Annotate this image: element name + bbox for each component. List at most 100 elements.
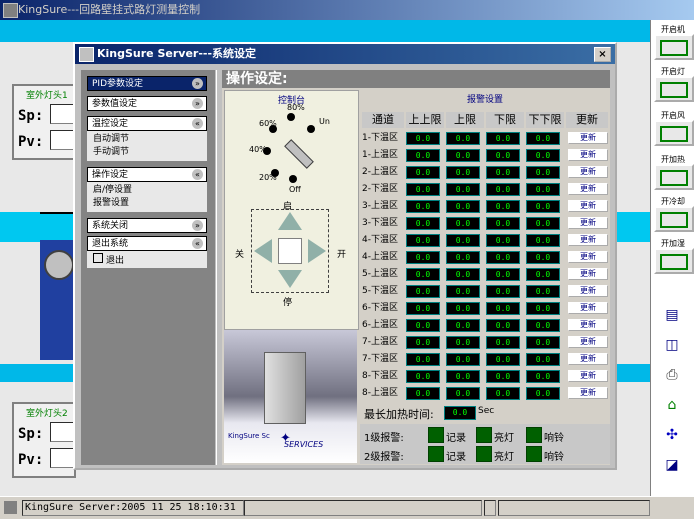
limit-value-field[interactable]: 0.0 xyxy=(486,336,520,349)
bell-indicator[interactable] xyxy=(526,446,542,462)
chevron-down-icon[interactable]: » xyxy=(192,98,203,109)
nav-operation-settings[interactable]: 操作设定 « xyxy=(87,167,207,182)
limit-value-field[interactable]: 0.0 xyxy=(406,336,440,349)
limit-value-field[interactable]: 0.0 xyxy=(526,336,560,349)
limit-value-field[interactable]: 0.0 xyxy=(406,302,440,315)
chevron-up-icon[interactable]: « xyxy=(192,169,203,180)
start-fan-button[interactable] xyxy=(654,120,694,146)
chevron-up-icon[interactable]: « xyxy=(192,118,203,129)
arrow-up-icon[interactable] xyxy=(278,212,302,230)
nav-item-manual-adjust[interactable]: 手动调节 xyxy=(93,146,201,159)
limit-value-field[interactable]: 0.0 xyxy=(486,251,520,264)
limit-value-field[interactable]: 0.0 xyxy=(446,149,480,162)
light-indicator[interactable] xyxy=(476,446,492,462)
limit-value-field[interactable]: 0.0 xyxy=(446,183,480,196)
limit-value-field[interactable]: 0.0 xyxy=(446,132,480,145)
limit-value-field[interactable]: 0.0 xyxy=(446,251,480,264)
dialog-title-bar[interactable]: KingSure Server---系统设定 × xyxy=(75,44,615,64)
limit-value-field[interactable]: 0.0 xyxy=(446,200,480,213)
limit-value-field[interactable]: 0.0 xyxy=(406,268,440,281)
limit-value-field[interactable]: 0.0 xyxy=(486,200,520,213)
arrow-right-icon[interactable] xyxy=(308,239,326,263)
dial-dot[interactable] xyxy=(269,125,277,133)
update-button[interactable]: 更新 xyxy=(568,200,608,212)
limit-value-field[interactable]: 0.0 xyxy=(446,319,480,332)
chevron-down-icon[interactable]: » xyxy=(192,220,203,231)
limit-value-field[interactable]: 0.0 xyxy=(486,183,520,196)
limit-value-field[interactable]: 0.0 xyxy=(486,319,520,332)
dial-dot[interactable] xyxy=(289,175,297,183)
limit-value-field[interactable]: 0.0 xyxy=(486,353,520,366)
log-indicator[interactable] xyxy=(428,446,444,462)
limit-value-field[interactable]: 0.0 xyxy=(486,149,520,162)
limit-value-field[interactable]: 0.0 xyxy=(446,336,480,349)
nav-exit-system[interactable]: 退出系统 « xyxy=(87,236,207,251)
update-button[interactable]: 更新 xyxy=(568,251,608,263)
nav-param-settings[interactable]: 参数值设定 » xyxy=(87,96,207,111)
update-button[interactable]: 更新 xyxy=(568,285,608,297)
update-button[interactable]: 更新 xyxy=(568,387,608,399)
arrow-down-icon[interactable] xyxy=(278,270,302,288)
limit-value-field[interactable]: 0.0 xyxy=(486,132,520,145)
update-button[interactable]: 更新 xyxy=(568,217,608,229)
limit-value-field[interactable]: 0.0 xyxy=(526,319,560,332)
limit-value-field[interactable]: 0.0 xyxy=(526,149,560,162)
start-humidify-button[interactable] xyxy=(654,248,694,274)
limit-value-field[interactable]: 0.0 xyxy=(406,217,440,230)
start-heat-button[interactable] xyxy=(654,164,694,190)
log-indicator[interactable] xyxy=(428,427,444,443)
chevron-up-icon[interactable]: « xyxy=(192,238,203,249)
update-button[interactable]: 更新 xyxy=(568,183,608,195)
bell-indicator[interactable] xyxy=(526,427,542,443)
limit-value-field[interactable]: 0.0 xyxy=(486,302,520,315)
nav-item-start-stop[interactable]: 启/停设置 xyxy=(93,184,201,197)
limit-value-field[interactable]: 0.0 xyxy=(446,217,480,230)
dial-dot[interactable] xyxy=(263,147,271,155)
heat-time-value[interactable]: 0.0 xyxy=(444,406,476,420)
limit-value-field[interactable]: 0.0 xyxy=(526,370,560,383)
limit-value-field[interactable]: 0.0 xyxy=(486,217,520,230)
limit-value-field[interactable]: 0.0 xyxy=(406,319,440,332)
nav-pid-settings[interactable]: PID参数设定 » xyxy=(87,76,207,91)
limit-value-field[interactable]: 0.0 xyxy=(526,268,560,281)
limit-value-field[interactable]: 0.0 xyxy=(486,285,520,298)
close-button[interactable]: × xyxy=(594,47,611,62)
update-button[interactable]: 更新 xyxy=(568,234,608,246)
limit-value-field[interactable]: 0.0 xyxy=(526,387,560,400)
dial-dot[interactable] xyxy=(271,169,279,177)
limit-value-field[interactable]: 0.0 xyxy=(446,370,480,383)
update-button[interactable]: 更新 xyxy=(568,336,608,348)
limit-value-field[interactable]: 0.0 xyxy=(526,302,560,315)
limit-value-field[interactable]: 0.0 xyxy=(526,132,560,145)
update-button[interactable]: 更新 xyxy=(568,166,608,178)
limit-value-field[interactable]: 0.0 xyxy=(406,132,440,145)
update-button[interactable]: 更新 xyxy=(568,302,608,314)
chevron-down-icon[interactable]: » xyxy=(192,78,203,89)
update-button[interactable]: 更新 xyxy=(568,353,608,365)
limit-value-field[interactable]: 0.0 xyxy=(446,166,480,179)
dial-knob[interactable] xyxy=(284,139,314,169)
start-machine-button[interactable] xyxy=(654,34,694,60)
nav-item-auto-adjust[interactable]: 自动调节 xyxy=(93,133,201,146)
limit-value-field[interactable]: 0.0 xyxy=(526,217,560,230)
limit-value-field[interactable]: 0.0 xyxy=(486,370,520,383)
limit-value-field[interactable]: 0.0 xyxy=(406,166,440,179)
limit-value-field[interactable]: 0.0 xyxy=(486,387,520,400)
limit-value-field[interactable]: 0.0 xyxy=(406,183,440,196)
limit-value-field[interactable]: 0.0 xyxy=(486,268,520,281)
dial-dot[interactable] xyxy=(287,113,295,121)
exit-icon[interactable]: ◪ xyxy=(662,456,682,474)
limit-value-field[interactable]: 0.0 xyxy=(406,387,440,400)
network-icon[interactable]: ✣ xyxy=(662,426,682,444)
start-light-button[interactable] xyxy=(654,76,694,102)
limit-value-field[interactable]: 0.0 xyxy=(406,353,440,366)
update-button[interactable]: 更新 xyxy=(568,149,608,161)
light-indicator[interactable] xyxy=(476,427,492,443)
limit-value-field[interactable]: 0.0 xyxy=(526,353,560,366)
limit-value-field[interactable]: 0.0 xyxy=(486,234,520,247)
limit-value-field[interactable]: 0.0 xyxy=(406,370,440,383)
limit-value-field[interactable]: 0.0 xyxy=(446,353,480,366)
limit-value-field[interactable]: 0.0 xyxy=(406,200,440,213)
limit-value-field[interactable]: 0.0 xyxy=(526,200,560,213)
limit-value-field[interactable]: 0.0 xyxy=(446,387,480,400)
